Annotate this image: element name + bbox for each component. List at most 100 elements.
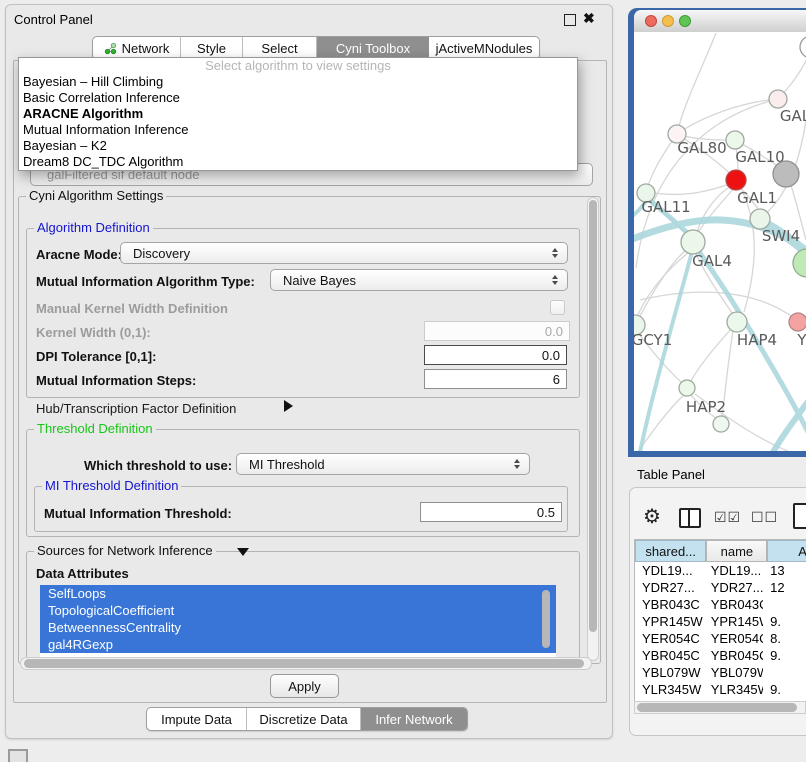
tab-infer-network-label: Infer Network [375,712,452,727]
manual-kernel-width-checkbox[interactable] [550,300,565,315]
tab-discretize-data[interactable]: Discretize Data [247,708,361,730]
network-edge[interactable] [640,292,794,318]
mi-steps-field[interactable]: 6 [424,369,567,389]
tab-network[interactable]: Network [93,37,181,59]
network-window-titlebar[interactable] [634,10,806,33]
dropdown-item-basic-correlation-inference[interactable]: Basic Correlation Inference [19,90,577,106]
table-toolbar-select-unchecked-icon[interactable]: ☐☐ [751,509,778,526]
cell-value: 12 [763,580,806,595]
table-row[interactable]: YER054C YER054C 8. [635,630,806,647]
dropdown-item-mutual-information-inference[interactable]: Mutual Information Inference [19,122,577,138]
network-node-label: GAL4 [692,252,732,270]
cell-value: 8. [763,631,806,646]
columns-icon-divider [688,510,690,526]
cell-shared-name: YBR043C [635,597,704,612]
mi-algorithm-type-combobox[interactable]: Naive Bayes [270,269,568,291]
network-node-label: GAL [780,107,806,125]
network-edge-highlighted[interactable] [640,248,693,451]
data-attributes-list[interactable]: SelfLoops TopologicalCoefficient Between… [40,585,556,657]
collapse-arrow-icon[interactable] [237,548,249,556]
aracne-mode-combobox[interactable]: Discovery [120,242,568,264]
network-edge[interactable] [646,134,677,193]
hub-transcription-section-label[interactable]: Hub/Transcription Factor Definition [36,401,236,416]
network-edge[interactable] [679,33,716,126]
dpi-tolerance-value: 0.0 [542,348,560,363]
dropdown-item-bayesian-hill-climbing[interactable]: Bayesian – Hill Climbing [19,74,577,90]
network-node-hap2[interactable] [679,380,695,396]
network-node-gal10[interactable] [726,131,744,149]
network-node-y[interactable] [789,313,806,331]
tab-impute-data[interactable]: Impute Data [147,708,247,730]
window-minimize-button[interactable] [662,15,674,27]
table-row[interactable]: YBL079W YBL079W [635,664,806,681]
network-node-unnamed-9[interactable] [793,249,806,277]
tab-cyni-toolbox[interactable]: Cyni Toolbox [317,37,429,59]
table-row[interactable]: YBR043C YBR043C [635,596,806,613]
tab-style[interactable]: Style [181,37,243,59]
table-toolbar-columns-icon[interactable] [679,508,701,528]
window-close-button[interactable] [645,15,657,27]
mi-threshold-field[interactable]: 0.5 [420,502,562,522]
dpi-tolerance-label: DPI Tolerance [0,1]: [36,349,156,364]
network-edge[interactable] [691,329,731,381]
table-row[interactable]: YBR045C YBR045C 9. [635,647,806,664]
dropdown-item-aracne-algorithm[interactable]: ARACNE Algorithm [19,106,577,122]
table-row[interactable]: YLR345W YLR345W 9. [635,681,806,698]
minimized-panel-icon[interactable] [8,749,28,762]
window-zoom-button[interactable] [679,15,691,27]
network-node-unnamed-5[interactable] [773,161,799,187]
network-node-gal1[interactable] [726,170,746,190]
close-window-icon[interactable]: ✖ [583,10,595,27]
tab-select[interactable]: Select [243,37,317,59]
float-window-icon[interactable] [564,14,576,26]
tab-infer-network[interactable]: Infer Network [361,708,467,730]
network-node-unnamed-14[interactable] [713,416,729,432]
apply-button-label: Apply [288,679,321,694]
network-node-gal[interactable] [769,90,787,108]
table-row[interactable]: YDL19... YDL19... 13 [635,562,806,579]
network-edge[interactable] [742,190,754,312]
cell-value: 9. [763,682,806,697]
network-node-label: Y [796,331,806,349]
settings-vertical-scrollbar-thumb[interactable] [589,200,597,632]
dpi-tolerance-field[interactable]: 0.0 [424,345,567,365]
network-node-hap4[interactable] [727,312,747,332]
network-canvas[interactable]: GALGAL80GAL10GAL1GAL11SWI4GAL4GCY1HAP4YH… [634,32,806,451]
table-row[interactable]: YPR145W YPR145W 9. [635,613,806,630]
network-node-label: HAP4 [737,331,777,349]
combo-stepper-icon [548,275,562,285]
cell-shared-name: YER054C [635,631,704,646]
list-item-selfloops[interactable]: SelfLoops [40,585,556,602]
cell-name: YPR145W [704,614,763,629]
settings-horizontal-scrollbar-thumb[interactable] [24,659,584,668]
table-row[interactable]: YDR27... YDR27... 12 [635,579,806,596]
which-threshold-combobox[interactable]: MI Threshold [236,453,530,475]
list-item-betweennesscentrality[interactable]: BetweennessCentrality [40,619,556,636]
table-toolbar-gear-icon[interactable]: ⚙ [643,504,661,529]
dropdown-item-dream8-dc-tdc[interactable]: Dream8 DC_TDC Algorithm [19,154,577,170]
attributes-list-scrollbar-thumb[interactable] [542,590,550,648]
table-toolbar-new-table-icon[interactable] [793,503,806,529]
table-toolbar-select-checked-icon[interactable]: ☑☑ [714,509,741,526]
column-header-name[interactable]: name [706,540,767,562]
column-header-partial[interactable]: A [767,540,806,562]
network-node-swi4[interactable] [750,209,770,229]
network-node-label: GAL11 [641,198,690,216]
network-edge[interactable] [636,99,778,268]
network-edge[interactable] [697,186,736,234]
list-item-topologicalcoefficient[interactable]: TopologicalCoefficient [40,602,556,619]
dropdown-item-bayesian-k2[interactable]: Bayesian – K2 [19,138,577,154]
expand-arrow-icon[interactable] [284,400,293,412]
kernel-width-field[interactable]: 0.0 [424,321,570,341]
network-node-unnamed-0[interactable] [800,36,806,58]
list-item-gal4rgexp[interactable]: gal4RGexp [40,636,556,653]
network-edge[interactable] [697,186,731,232]
tab-jactivemnodules[interactable]: jActiveMNodules [429,37,539,59]
algorithm-definition-title: Algorithm Definition [34,221,153,235]
network-node-gal4[interactable] [681,230,705,254]
network-node-label: GCY1 [634,331,672,349]
apply-button[interactable]: Apply [270,674,339,698]
column-header-shared-name[interactable]: shared... [635,540,706,562]
network-edge[interactable] [677,99,778,134]
table-horizontal-scrollbar-thumb[interactable] [637,703,797,712]
